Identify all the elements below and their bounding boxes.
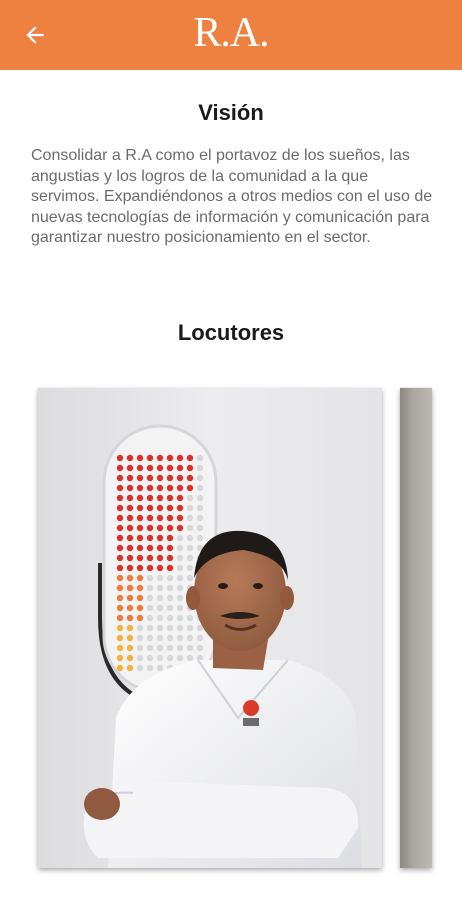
locutores-heading: Locutores — [177, 320, 285, 345]
vision-heading: Visión — [198, 100, 264, 125]
locutor-card[interactable] — [38, 388, 382, 868]
locutores-carousel[interactable] — [0, 386, 462, 872]
brand-logo: R.A. — [193, 10, 269, 56]
vision-paragraph: Consolidar a R.A como el portavoz de los… — [31, 147, 433, 246]
app-screen: R.A. Visión Consolidar a R.A como el por… — [0, 0, 462, 900]
locutor-photo — [38, 388, 382, 868]
next-locutor-card[interactable] — [400, 388, 432, 868]
top-app-bar: R.A. — [0, 0, 462, 70]
